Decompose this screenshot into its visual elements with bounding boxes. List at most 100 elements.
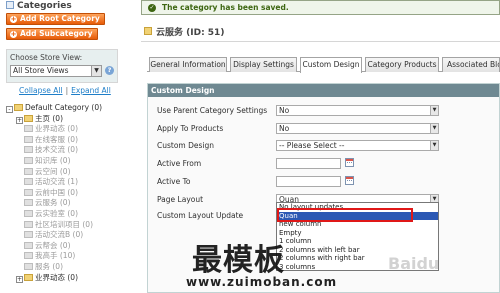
use-parent-settings-value: No	[279, 106, 290, 115]
folder-icon	[24, 157, 33, 164]
categories-title: Categories	[17, 1, 72, 11]
add-root-category-button[interactable]: + Add Root Category	[6, 13, 105, 25]
add-subcategory-button[interactable]: + Add Subcategory	[6, 28, 98, 40]
plus-icon: +	[10, 30, 17, 38]
folder-icon	[24, 199, 33, 207]
tree-node-label: 主页 (0)	[35, 113, 64, 123]
folder-icon	[24, 188, 33, 196]
page-title: 云服务 (ID: 51)	[156, 28, 225, 38]
folder-icon	[24, 263, 33, 270]
custom-design-select[interactable]: -- Please Select -- ▼	[276, 140, 439, 151]
tree-node[interactable]: 我高手 (10)	[16, 251, 75, 261]
chevron-down-icon: ▼	[430, 141, 438, 150]
calendar-icon[interactable]	[345, 158, 354, 167]
collapse-all-link[interactable]: Collapse All	[19, 86, 63, 95]
tree-node-label: 云前中国 (0)	[35, 187, 79, 197]
active-from-input[interactable]	[276, 158, 341, 169]
tree-controls: Collapse All | Expand All	[19, 86, 111, 95]
tree-node-label: 活动交流B (0)	[35, 230, 84, 240]
tree-node[interactable]: 技术交流 (0)	[16, 145, 78, 155]
page-layout-label: Page Layout	[157, 195, 204, 204]
custom-layout-update-label: Custom Layout Update	[157, 211, 244, 220]
tree-node[interactable]: 社区培训项目 (0)	[16, 220, 93, 230]
store-view-value: All Store Views	[13, 66, 69, 75]
apply-to-products-value: No	[279, 124, 290, 133]
baidu-watermark: Baidu	[388, 254, 440, 273]
tab-custom-design[interactable]: Custom Design	[300, 57, 362, 73]
folder-icon	[24, 220, 33, 228]
plus-icon: +	[10, 15, 17, 23]
tab-general-information[interactable]: General Information	[149, 57, 227, 72]
folder-icon	[24, 167, 33, 175]
checkmark-icon: ✓	[148, 4, 156, 12]
tree-node[interactable]: 业界动态 (0)	[16, 124, 78, 134]
collapse-icon[interactable]: -	[6, 106, 13, 113]
tree-node[interactable]: 云空间 (0)	[16, 167, 71, 177]
folder-icon	[24, 210, 33, 217]
store-view-switcher: Choose Store View: All Store Views ▼ ?	[6, 49, 118, 83]
folder-icon	[144, 27, 152, 35]
tree-node[interactable]: + 业界动态 (0)	[16, 273, 78, 283]
apply-to-products-select[interactable]: No ▼	[276, 123, 439, 134]
use-parent-settings-label: Use Parent Category Settings	[157, 106, 268, 115]
tab-display-settings[interactable]: Display Settings	[230, 57, 297, 72]
tree-node-label: 云空间 (0)	[35, 166, 71, 176]
category-sidebar: Categories + Add Root Category + Add Subca…	[0, 0, 138, 293]
tree-node[interactable]: 服务 (0)	[16, 262, 63, 272]
tree-node[interactable]: 云服务 (0)	[16, 198, 71, 208]
page-layout-option[interactable]: Empty	[277, 229, 438, 237]
category-tabs: General Information Display Settings Cus…	[147, 57, 500, 73]
success-message: ✓ The category has been saved.	[141, 0, 500, 15]
tree-node[interactable]: 在线客服 (0)	[16, 135, 78, 145]
highlight-frame	[277, 208, 413, 222]
tree-node-label: 服务 (0)	[35, 262, 64, 271]
store-view-select[interactable]: All Store Views ▼	[10, 65, 102, 77]
tab-category-products[interactable]: Category Products	[365, 57, 439, 72]
page-layout-option[interactable]: 2 columns with left bar	[277, 246, 438, 254]
active-to-label: Active To	[157, 177, 191, 186]
folder-icon	[24, 273, 33, 281]
add-root-category-label: Add Root Category	[20, 14, 100, 23]
active-to-input[interactable]	[276, 176, 341, 187]
tree-node-label: 云实验室 (0)	[35, 209, 79, 218]
folder-icon	[24, 231, 33, 239]
expand-icon[interactable]: +	[16, 116, 23, 124]
expand-icon[interactable]: +	[16, 275, 23, 283]
folder-icon	[24, 178, 33, 186]
success-text: The category has been saved.	[162, 3, 289, 12]
apply-to-products-label: Apply To Products	[157, 124, 224, 133]
page-layout-option[interactable]: 1 column	[277, 237, 438, 245]
tree-node[interactable]: 活动交流B (0)	[16, 230, 83, 240]
tree-node[interactable]: 活动交流 (1)	[16, 177, 78, 187]
link-separator: |	[65, 86, 69, 95]
custom-design-value: -- Please Select --	[279, 141, 345, 150]
fieldset-title: Custom Design	[148, 84, 499, 97]
watermark-chinese: 最模板	[192, 243, 285, 278]
tree-node[interactable]: + 主页 (0)	[16, 114, 63, 124]
active-from-label: Active From	[157, 159, 202, 168]
tree-node[interactable]: 知识库 (0)	[16, 156, 71, 166]
tree-node-label: 技术交流 (0)	[35, 145, 79, 155]
tree-node[interactable]: 云帮会 (0)	[16, 241, 71, 251]
tree-node[interactable]: - Default Category (0)	[6, 103, 102, 113]
use-parent-settings-select[interactable]: No ▼	[276, 105, 439, 116]
folder-icon	[24, 252, 33, 260]
tree-node[interactable]: 云实验室 (0)	[16, 209, 78, 219]
categories-icon	[6, 1, 14, 9]
tree-node-label: 活动交流 (1)	[35, 177, 79, 187]
categories-heading: Categories	[6, 1, 72, 11]
tab-associated-blog[interactable]: Associated Blog	[442, 57, 500, 72]
help-icon[interactable]: ?	[105, 66, 114, 75]
folder-icon	[24, 125, 33, 133]
tree-node-label: 业界动态 (0)	[35, 272, 79, 282]
tree-node-label: 我高手 (10)	[35, 251, 76, 261]
page-header: 云服务 (ID: 51)	[141, 24, 500, 42]
calendar-icon[interactable]	[345, 176, 354, 185]
tree-node[interactable]: 云前中国 (0)	[16, 188, 78, 198]
expand-all-link[interactable]: Expand All	[71, 86, 111, 95]
tree-node-label: 知识库 (0)	[35, 156, 71, 165]
tree-node-label: 在线客服 (0)	[35, 134, 79, 144]
tree-node-label: 云服务 (0)	[35, 198, 71, 208]
folder-icon	[24, 135, 33, 143]
tree-node-label: 云帮会 (0)	[35, 240, 71, 250]
